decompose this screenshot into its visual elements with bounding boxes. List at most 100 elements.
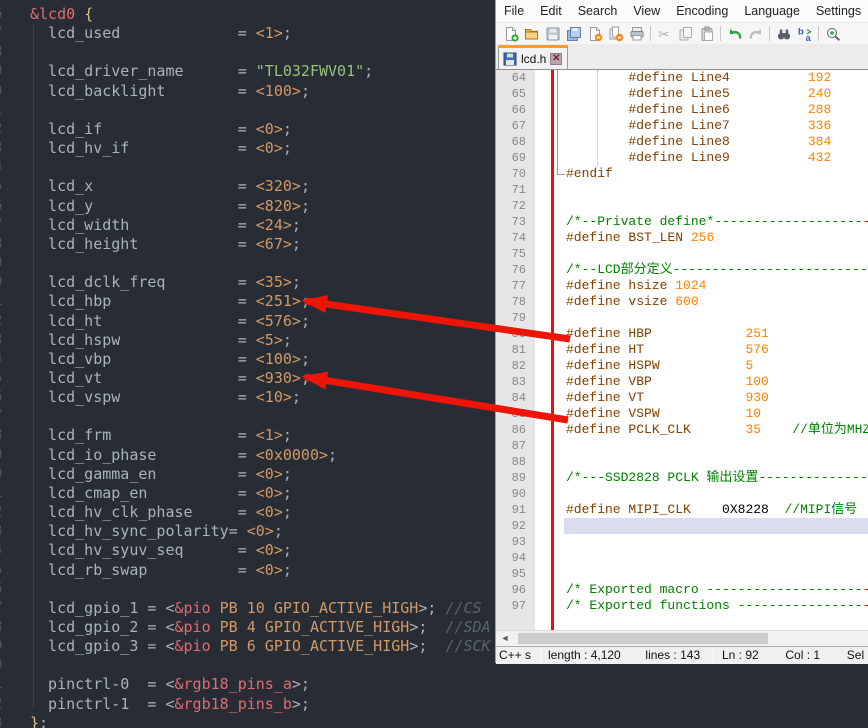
toolbar-zoom-in-button[interactable] [822,25,843,43]
code-line[interactable]: #define Line8 384 [564,134,868,150]
menu-file[interactable]: File [496,0,532,22]
code-line[interactable]: 7 lcd_used = <1>; [0,24,497,43]
code-line[interactable]: 0 [0,656,497,675]
menu-encoding[interactable]: Encoding [668,0,736,22]
toolbar-replace-button[interactable]: ba [794,25,815,43]
code-line[interactable] [564,534,868,550]
code-line[interactable]: 0 lcd_dclk_freq = <35>; [0,273,497,292]
code-line[interactable]: 0 lcd_gamma_en = <0>; [0,465,497,484]
code-line[interactable]: 3 lcd_hv_sync_polarity= <0>; [0,522,497,541]
code-line[interactable]: /*---SSD2828 PCLK 输出设置------------------… [564,470,868,486]
code-line[interactable]: #define hsize 1024 [564,278,868,294]
menu-language[interactable]: Language [736,0,808,22]
code-line[interactable]: 6 lcd_vspw = <10>; [0,388,497,407]
code-line[interactable]: #define HSPW 5 [564,358,868,374]
code-line[interactable]: 4 lcd_hv_syuv_seq = <0>; [0,541,497,560]
code-line[interactable]: 7 lcd_width = <24>; [0,216,497,235]
code-line[interactable] [564,550,868,566]
code-line[interactable]: 9 [0,254,497,273]
code-line[interactable] [564,454,868,470]
code-line[interactable] [564,198,868,214]
code-line[interactable]: 2 pinctrl-1 = <&rgb18_pins_b>; [0,695,497,714]
current-code-line[interactable] [564,518,868,534]
code-line[interactable]: #define Line5 240 [564,86,868,102]
toolbar-paste-button[interactable] [696,25,717,43]
code-line[interactable]: /*--LCD部分定义-----------------------------… [564,262,868,278]
code-line[interactable]: 1 [0,101,497,120]
code-line[interactable]: /*--Private define*---------------------… [564,214,868,230]
code-line[interactable]: 3 lcd_hv_if = <0>; [0,139,497,158]
tab-close-icon[interactable]: ✕ [550,52,563,65]
code-line[interactable]: #define PCLK_CLK 35 //单位为MHZ [564,422,868,438]
code-line[interactable] [564,438,868,454]
code-line[interactable]: 7 [0,407,497,426]
code-line[interactable]: #define Line4 192 [564,70,868,86]
lcd-h-code[interactable]: #define Line4 192 #define Line5 240 #def… [564,70,868,630]
code-line[interactable]: 3}; [0,714,497,728]
code-line[interactable]: /* Exported macro ----------------------… [564,582,868,598]
code-line[interactable]: 9 lcd_io_phase = <0x0000>; [0,446,497,465]
code-line[interactable]: 1 lcd_hbp = <251>; [0,292,497,311]
code-line[interactable] [564,182,868,198]
code-line[interactable]: #define Line6 288 [564,102,868,118]
code-line[interactable]: 5 lcd_x = <320>; [0,177,497,196]
toolbar-save-button[interactable] [542,25,563,43]
code-line[interactable]: 8 lcd_gpio_2 = <&pio PB 4 GPIO_ACTIVE_HI… [0,618,497,637]
menu-edit[interactable]: Edit [532,0,570,22]
code-line[interactable]: 6 [0,580,497,599]
code-line[interactable]: 4 [0,158,497,177]
code-line[interactable]: #define VBP 100 [564,374,868,390]
code-line[interactable]: 5 lcd_rb_swap = <0>; [0,561,497,580]
code-line[interactable]: 2 lcd_ht = <576>; [0,312,497,331]
toolbar-new-file-button[interactable] [500,25,521,43]
toolbar-save-all-button[interactable] [563,25,584,43]
code-line[interactable] [564,310,868,326]
code-line[interactable]: 8 lcd_height = <67>; [0,235,497,254]
toolbar-print-button[interactable] [626,25,647,43]
toolbar-redo-button[interactable] [745,25,766,43]
code-line[interactable]: 1 lcd_cmap_en = <0>; [0,484,497,503]
code-line[interactable]: #define vsize 600 [564,294,868,310]
code-line[interactable]: 1 pinctrl-0 = <&rgb18_pins_a>; [0,675,497,694]
code-line[interactable]: #define BST_LEN 256 [564,230,868,246]
toolbar-copy-button[interactable] [675,25,696,43]
code-line[interactable]: 8 lcd_frm = <1>; [0,426,497,445]
code-line[interactable]: #define HBP 251 [564,326,868,342]
horizontal-scrollbar[interactable]: ◄ [496,630,868,646]
menu-search[interactable]: Search [570,0,626,22]
code-line[interactable]: #define VSPW 10 [564,406,868,422]
code-line[interactable]: #define HT 576 [564,342,868,358]
code-line[interactable]: #define Line7 336 [564,118,868,134]
tab-lcd-h[interactable]: lcd.h ✕ [498,45,569,69]
code-line[interactable]: 2 lcd_hv_clk_phase = <0>; [0,503,497,522]
toolbar-close-all-button[interactable] [605,25,626,43]
lcd-h-editor[interactable]: 64 65 66 67 68 69 70 71 72 73 74 75 76 77 78 79 80 81 82 83… [496,70,868,630]
menu-settings[interactable]: Settings [808,0,868,22]
code-line[interactable]: 9 lcd_driver_name = "TL032FWV01"; [0,62,497,81]
code-line[interactable] [564,486,868,502]
toolbar-find-button[interactable] [773,25,794,43]
code-line[interactable]: /* Exported functions ------------------… [564,598,868,614]
code-line[interactable]: 9 lcd_gpio_3 = <&pio PB 6 GPIO_ACTIVE_HI… [0,637,497,656]
code-line[interactable] [564,566,868,582]
menu-view[interactable]: View [625,0,668,22]
code-line[interactable]: #define MIPI_CLK 0X8228 //MIPI信号 [564,502,868,518]
toolbar-undo-button[interactable] [724,25,745,43]
code-line[interactable]: #define Line9 432 [564,150,868,166]
code-line[interactable]: 0 lcd_backlight = <100>; [0,82,497,101]
toolbar-open-button[interactable] [521,25,542,43]
code-line[interactable]: 2 lcd_if = <0>; [0,120,497,139]
code-line[interactable]: 6&lcd0 { [0,5,497,24]
toolbar-close-button[interactable] [584,25,605,43]
code-line[interactable]: 4 lcd_vbp = <100>; [0,350,497,369]
code-line[interactable]: 3 lcd_hspw = <5>; [0,331,497,350]
code-line[interactable]: 7 lcd_gpio_1 = <&pio PB 10 GPIO_ACTIVE_H… [0,599,497,618]
devicetree-editor[interactable]: 6&lcd0 {7 lcd_used = <1>;89 lcd_driver_n… [0,0,497,728]
code-line[interactable] [564,246,868,262]
toolbar-cut-button[interactable]: ✂ [654,25,675,43]
scroll-left-arrow-icon[interactable]: ◄ [497,632,513,645]
scrollbar-thumb[interactable] [518,633,768,644]
code-line[interactable]: 6 lcd_y = <820>; [0,197,497,216]
code-line[interactable]: 5 lcd_vt = <930>; [0,369,497,388]
code-line[interactable]: 8 [0,43,497,62]
